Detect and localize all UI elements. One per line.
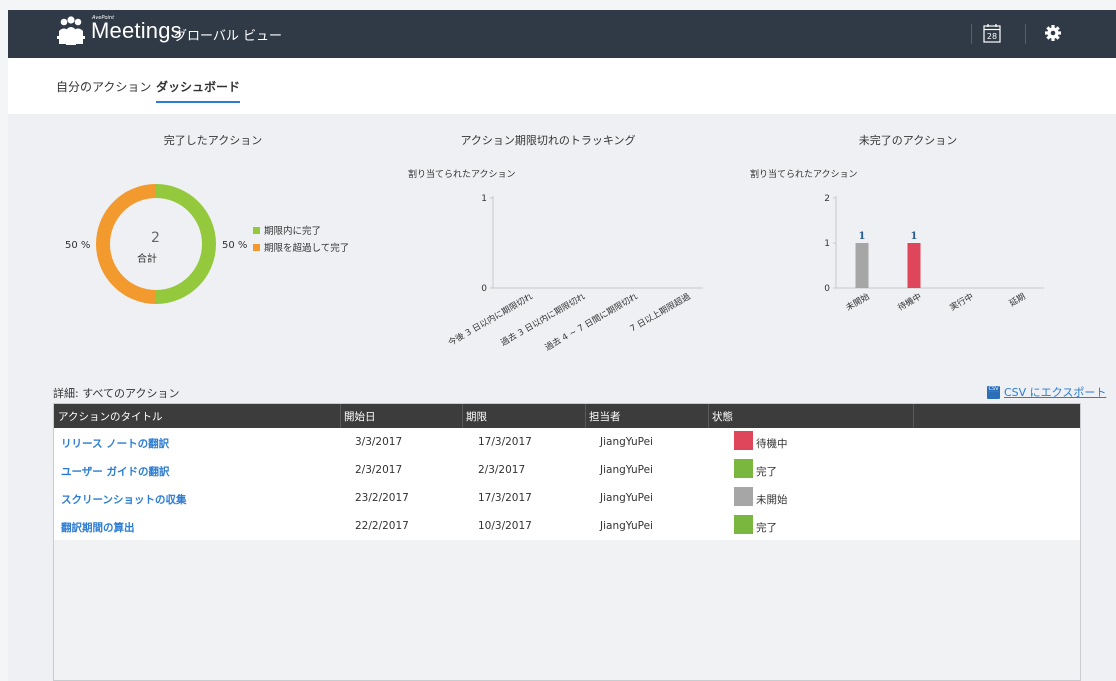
- legend-item: 期限を超過して完了: [253, 240, 349, 254]
- start-date-cell: 23/2/2017: [355, 492, 409, 504]
- chart-bar: [907, 243, 921, 288]
- app-window: AvePoint Meetings グローバル ビュー 28 自分のアクション …: [8, 10, 1116, 681]
- data-label: 1: [911, 231, 918, 242]
- status-text: 完了: [756, 522, 777, 534]
- x-tick-label: 過去 4 ~ 7 日間に期限切れ: [543, 291, 640, 353]
- column-divider: [462, 404, 463, 428]
- overdue-bar-chart: 0 1 今後 3 日以内に期限切れ過去 3 日以内に期限切れ過去 4 ~ 7 日間に…: [446, 194, 703, 353]
- action-title-link[interactable]: 翻訳期間の算出: [61, 520, 135, 535]
- legend-label: 期限を超過して完了: [264, 243, 350, 254]
- csv-file-icon: CSV: [987, 385, 1000, 399]
- assignee-cell: JiangYuPei: [600, 436, 653, 448]
- donut-right-percent: 50 %: [222, 240, 248, 251]
- status-text: 未開始: [756, 494, 788, 506]
- status-text: 待機中: [756, 438, 788, 450]
- legend-swatch: [253, 226, 260, 234]
- overdue-panel-title: アクション期限切れのトラッキング: [460, 134, 636, 147]
- status-swatch: [734, 431, 753, 450]
- assignee-cell: JiangYuPei: [600, 492, 653, 504]
- status-swatch: [734, 459, 753, 478]
- donut-slice: [96, 184, 156, 304]
- donut-total-label: 合計: [137, 254, 157, 265]
- y-tick-label: 1: [481, 194, 487, 204]
- export-csv-label: CSV にエクスポート: [1004, 386, 1107, 399]
- column-divider: [708, 404, 709, 428]
- actions-table: アクションのタイトル 開始日 期限 担当者 状態 リリース ノートの翻訳 3/3/…: [53, 403, 1081, 681]
- donut-slice: [156, 184, 216, 304]
- divider: [971, 24, 972, 44]
- y-tick-label: 0: [481, 284, 487, 294]
- incomplete-bar-chart: 0 1 2 1 未開始 1 待機中 実行中 延期: [824, 194, 1044, 314]
- brand-name: Meetings: [91, 18, 182, 43]
- tab-bar: 自分のアクション ダッシュボード: [8, 58, 1116, 114]
- column-header-title[interactable]: アクションのタイトル: [58, 409, 162, 424]
- x-tick-label: 未開始: [844, 291, 872, 314]
- status-text: 完了: [756, 466, 777, 478]
- status-swatch: [734, 487, 753, 506]
- column-divider: [585, 404, 586, 428]
- assignee-cell: JiangYuPei: [600, 464, 653, 476]
- table-row[interactable]: リリース ノートの翻訳 3/3/2017 17/3/2017 JiangYuPei 待機…: [54, 428, 1080, 456]
- table-row[interactable]: スクリーンショットの収集 23/2/2017 17/3/2017 JiangYuPei…: [54, 484, 1080, 512]
- meetings-logo-icon: [57, 16, 85, 45]
- due-date-cell: 17/3/2017: [478, 436, 532, 448]
- column-header-status[interactable]: 状態: [712, 409, 733, 424]
- column-header-start[interactable]: 開始日: [344, 409, 376, 424]
- x-tick-label: 待機中: [896, 291, 924, 313]
- column-header-due[interactable]: 期限: [466, 409, 487, 424]
- due-date-cell: 17/3/2017: [478, 492, 532, 504]
- divider: [1025, 24, 1026, 44]
- due-date-cell: 10/3/2017: [478, 520, 532, 532]
- legend-swatch: [253, 243, 260, 251]
- column-divider: [340, 404, 341, 428]
- column-divider: [913, 404, 914, 428]
- start-date-cell: 22/2/2017: [355, 520, 409, 532]
- column-header-assignee[interactable]: 担当者: [589, 409, 621, 424]
- action-title-link[interactable]: ユーザー ガイドの翻訳: [61, 464, 169, 479]
- data-label: 1: [859, 231, 866, 242]
- chart-bar: [855, 243, 869, 288]
- x-tick-label: 過去 3 日以内に期限切れ: [499, 291, 588, 349]
- donut-total-value: 2: [151, 230, 160, 246]
- start-date-cell: 3/3/2017: [355, 436, 403, 448]
- due-date-cell: 2/3/2017: [478, 464, 526, 476]
- incomplete-panel-title: 未完了のアクション: [858, 134, 958, 147]
- export-csv-link[interactable]: CSV CSV にエクスポート: [987, 384, 1106, 400]
- legend-item: 期限内に完了: [253, 223, 321, 237]
- donut-left-percent: 50 %: [65, 240, 91, 251]
- details-label: 詳細: すべてのアクション: [53, 387, 180, 400]
- action-title-link[interactable]: リリース ノートの翻訳: [61, 436, 169, 451]
- y-tick-label: 2: [824, 194, 830, 204]
- table-header: アクションのタイトル 開始日 期限 担当者 状態: [54, 404, 1080, 428]
- table-row[interactable]: ユーザー ガイドの翻訳 2/3/2017 2/3/2017 JiangYuPei 完了: [54, 456, 1080, 484]
- assignee-cell: JiangYuPei: [600, 520, 653, 532]
- x-tick-label: 実行中: [948, 291, 976, 313]
- x-tick-label: 今後 3 日以内に期限切れ: [446, 291, 535, 349]
- x-tick-label: 延期: [1007, 291, 1027, 309]
- status-swatch: [734, 515, 753, 534]
- table-body: リリース ノートの翻訳 3/3/2017 17/3/2017 JiangYuPei 待機…: [54, 428, 1080, 540]
- view-title: グローバル ビュー: [174, 29, 283, 44]
- tab-dashboard[interactable]: ダッシュボード: [156, 78, 241, 103]
- start-date-cell: 2/3/2017: [355, 464, 403, 476]
- y-tick-label: 1: [824, 239, 830, 249]
- y-tick-label: 0: [824, 284, 830, 294]
- calendar-day: 28: [987, 32, 997, 41]
- calendar-icon[interactable]: 28: [983, 23, 1001, 43]
- action-title-link[interactable]: スクリーンショットの収集: [61, 492, 186, 507]
- completed-panel-title: 完了したアクション: [163, 134, 263, 147]
- legend-label: 期限内に完了: [264, 226, 322, 237]
- tab-my-actions[interactable]: 自分のアクション: [56, 78, 151, 101]
- table-row[interactable]: 翻訳期間の算出 22/2/2017 10/3/2017 JiangYuPei 完了: [54, 512, 1080, 540]
- gear-icon[interactable]: [1044, 24, 1062, 42]
- top-bar: AvePoint Meetings グローバル ビュー 28: [8, 10, 1116, 58]
